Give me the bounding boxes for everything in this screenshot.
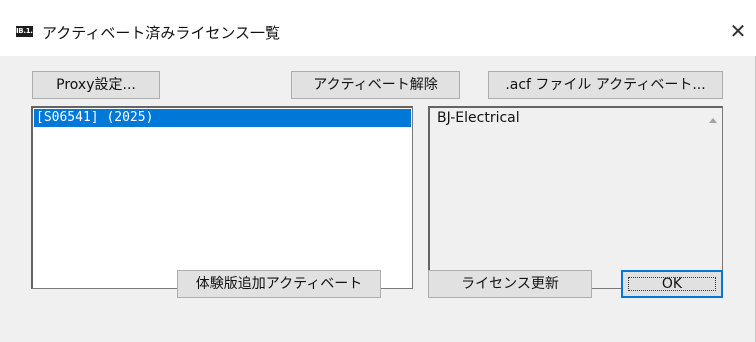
ok-button[interactable]: OK bbox=[621, 270, 723, 298]
window-title: アクティベート済みライセンス一覧 bbox=[42, 24, 281, 42]
list-item-selected[interactable]: [S06541] (2025) bbox=[34, 109, 411, 127]
ok-label: OK bbox=[623, 272, 721, 296]
license-dialog: IB.1.1 アクティベート済みライセンス一覧 ✕ Proxy設定... アクテ… bbox=[0, 0, 756, 342]
deactivate-button[interactable]: アクティベート解除 bbox=[291, 71, 460, 99]
close-icon[interactable]: ✕ bbox=[723, 17, 753, 45]
trial-activate-button[interactable]: 体験版追加アクティベート bbox=[177, 270, 381, 298]
title-bar: IB.1.1 アクティベート済みライセンス一覧 ✕ bbox=[0, 0, 756, 56]
proxy-settings-button[interactable]: Proxy設定... bbox=[32, 71, 160, 99]
acf-file-activate-button[interactable]: .acf ファイル アクティベート... bbox=[488, 71, 723, 99]
license-update-label: ライセンス更新 bbox=[461, 276, 559, 292]
app-icon: IB.1.1 bbox=[16, 26, 38, 37]
license-update-button[interactable]: ライセンス更新 bbox=[428, 270, 592, 298]
detail-scrollbar[interactable] bbox=[705, 108, 722, 288]
license-detail-box[interactable]: BJ-Electrical bbox=[428, 106, 723, 289]
detail-text: BJ-Electrical bbox=[437, 110, 520, 126]
license-listbox[interactable]: [S06541] (2025) bbox=[31, 106, 413, 289]
trial-activate-label: 体験版追加アクティベート bbox=[195, 276, 363, 292]
proxy-settings-label: Proxy設定... bbox=[56, 77, 136, 93]
acf-file-activate-label: .acf ファイル アクティベート... bbox=[505, 77, 706, 93]
scroll-up-icon[interactable] bbox=[709, 118, 717, 123]
deactivate-label: アクティベート解除 bbox=[313, 77, 438, 93]
